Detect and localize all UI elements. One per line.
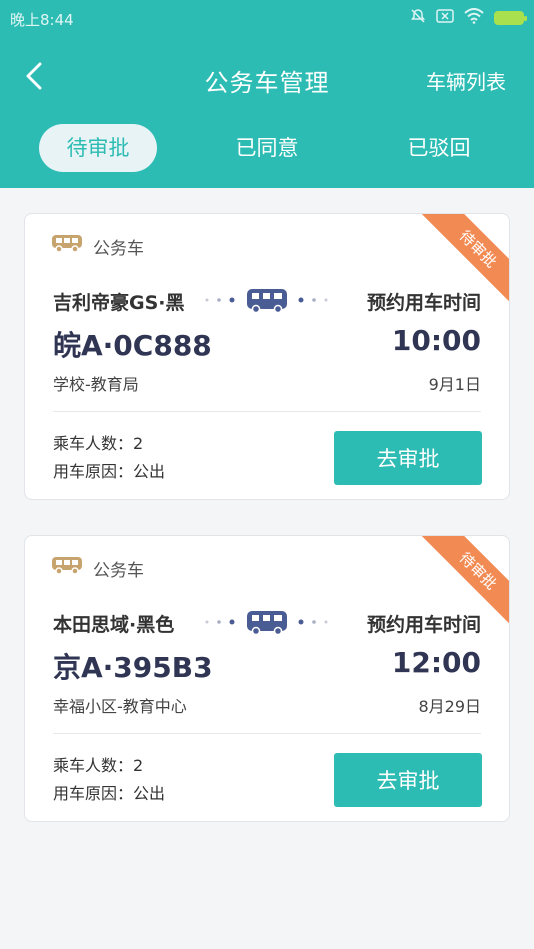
vehicle-list-link[interactable]: 车辆列表 (426, 66, 506, 95)
car-model: 吉利帝豪GS·黑 (53, 292, 185, 314)
app-header: 晚上8:44 公务车管理 车辆列表 待审批 已同意 已驳回 (0, 0, 534, 188)
status-time: 晚上8:44 (10, 11, 74, 29)
battery-icon (494, 11, 527, 25)
tab-approved[interactable]: 已同意 (208, 124, 326, 172)
license-plate: 皖A·0C888 (53, 329, 212, 362)
request-card[interactable]: 待审批 公务车 本田思域·黑色 预约用车时间 京A·395B3 12:00 幸福… (24, 535, 510, 822)
passenger-count: 乘车人数：2 (53, 434, 144, 453)
route-text: 学校-教育局 (53, 375, 139, 394)
sim-icon (436, 9, 454, 27)
passenger-count: 乘车人数：2 (53, 756, 144, 775)
status-bar: 晚上8:44 (0, 0, 534, 36)
wifi-icon (464, 8, 484, 28)
approve-button[interactable]: 去审批 (334, 431, 482, 485)
route-text: 幸福小区-教育中心 (53, 697, 187, 716)
divider (53, 411, 481, 412)
bus-icon (203, 608, 333, 636)
reservation-time-label: 预约用车时间 (366, 614, 481, 636)
tab-pending[interactable]: 待审批 (39, 124, 157, 172)
mute-icon (410, 8, 426, 28)
usage-reason: 用车原因：公出 (53, 784, 166, 803)
request-card[interactable]: 待审批 公务车 吉利帝豪GS·黑 预约用车时间 皖A·0C888 10:00 学… (24, 213, 510, 500)
reservation-time: 12:00 (391, 646, 481, 679)
car-icon (51, 554, 83, 576)
reservation-time: 10:00 (391, 324, 481, 357)
tab-rejected[interactable]: 已驳回 (380, 124, 498, 172)
nav-bar: 公务车管理 车辆列表 (0, 50, 534, 104)
usage-reason: 用车原因：公出 (53, 462, 166, 481)
reservation-date: 8月29日 (418, 697, 481, 716)
car-type-label: 公务车 (93, 561, 144, 581)
license-plate: 京A·395B3 (53, 651, 213, 684)
reservation-date: 9月1日 (428, 375, 481, 394)
approve-button[interactable]: 去审批 (334, 753, 482, 807)
status-icons (410, 8, 527, 28)
car-type-label: 公务车 (93, 239, 144, 259)
bus-icon (203, 286, 333, 314)
car-icon (51, 232, 83, 254)
car-model: 本田思域·黑色 (53, 614, 175, 636)
reservation-time-label: 预约用车时间 (366, 292, 481, 314)
status-tabs: 待审批 已同意 已驳回 (0, 124, 534, 174)
divider (53, 733, 481, 734)
